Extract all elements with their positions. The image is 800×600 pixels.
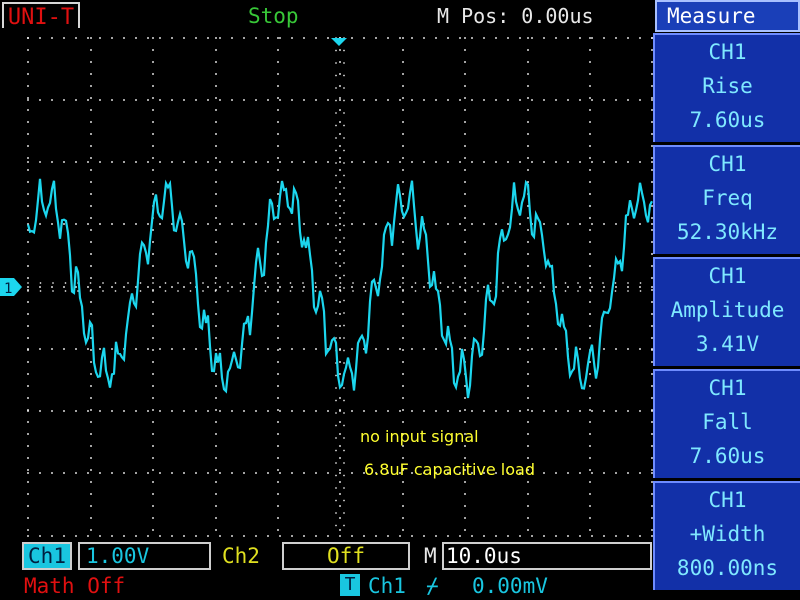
measure-slot-freq[interactable]: CH1 Freq 52.30kHz <box>653 145 800 254</box>
measure-channel: CH1 <box>708 264 747 288</box>
measure-slot-positive-width[interactable]: CH1 +Width 800.00ns <box>653 481 800 590</box>
ch1-marker-label: 1 <box>4 281 12 297</box>
measure-name: Fall <box>702 410 753 434</box>
waveform-display: 1 <box>0 28 655 540</box>
timebase-value: 10.0us <box>442 542 652 570</box>
math-status: Math Off <box>24 574 126 598</box>
horizontal-position-readout: M Pos: 0.00us <box>437 4 594 28</box>
measure-channel: CH1 <box>708 376 747 400</box>
measure-channel: CH1 <box>708 40 747 64</box>
trigger-icon: T <box>340 574 360 596</box>
trigger-rising-edge-icon: ⌿ <box>426 574 439 598</box>
measure-name: Rise <box>702 74 753 98</box>
measure-value: 800.00ns <box>676 556 779 580</box>
trigger-source: Ch1 <box>368 574 406 598</box>
trigger-level: 0.00mV <box>472 574 548 598</box>
measure-value: 7.60us <box>689 444 766 468</box>
measure-value: 3.41V <box>695 332 760 356</box>
measure-name: Freq <box>702 186 753 210</box>
timebase-label: M <box>424 544 437 568</box>
measure-name: Amplitude <box>670 298 785 322</box>
measure-channel: CH1 <box>708 488 747 512</box>
measure-name: +Width <box>689 522 766 546</box>
measure-value: 7.60us <box>689 108 766 132</box>
ch2-label[interactable]: Ch2 <box>222 542 260 570</box>
acquisition-status: Stop <box>248 4 299 28</box>
ch1-volts-per-div: 1.00V <box>78 542 211 570</box>
measure-value: 52.30kHz <box>676 220 779 244</box>
measure-slot-rise[interactable]: CH1 Rise 7.60us <box>653 33 800 142</box>
ch1-label[interactable]: Ch1 <box>22 542 72 570</box>
measure-slot-fall[interactable]: CH1 Fall 7.60us <box>653 369 800 478</box>
annotation-note-1: no input signal <box>360 427 479 446</box>
ch2-volts-per-div: Off <box>282 542 410 570</box>
brand-logo: UNI-T <box>2 2 80 30</box>
measure-channel: CH1 <box>708 152 747 176</box>
measure-slot-amplitude[interactable]: CH1 Amplitude 3.41V <box>653 257 800 366</box>
measure-menu-title[interactable]: Measure <box>655 0 800 32</box>
annotation-note-2: 6.8uF capacitive load <box>364 460 535 479</box>
